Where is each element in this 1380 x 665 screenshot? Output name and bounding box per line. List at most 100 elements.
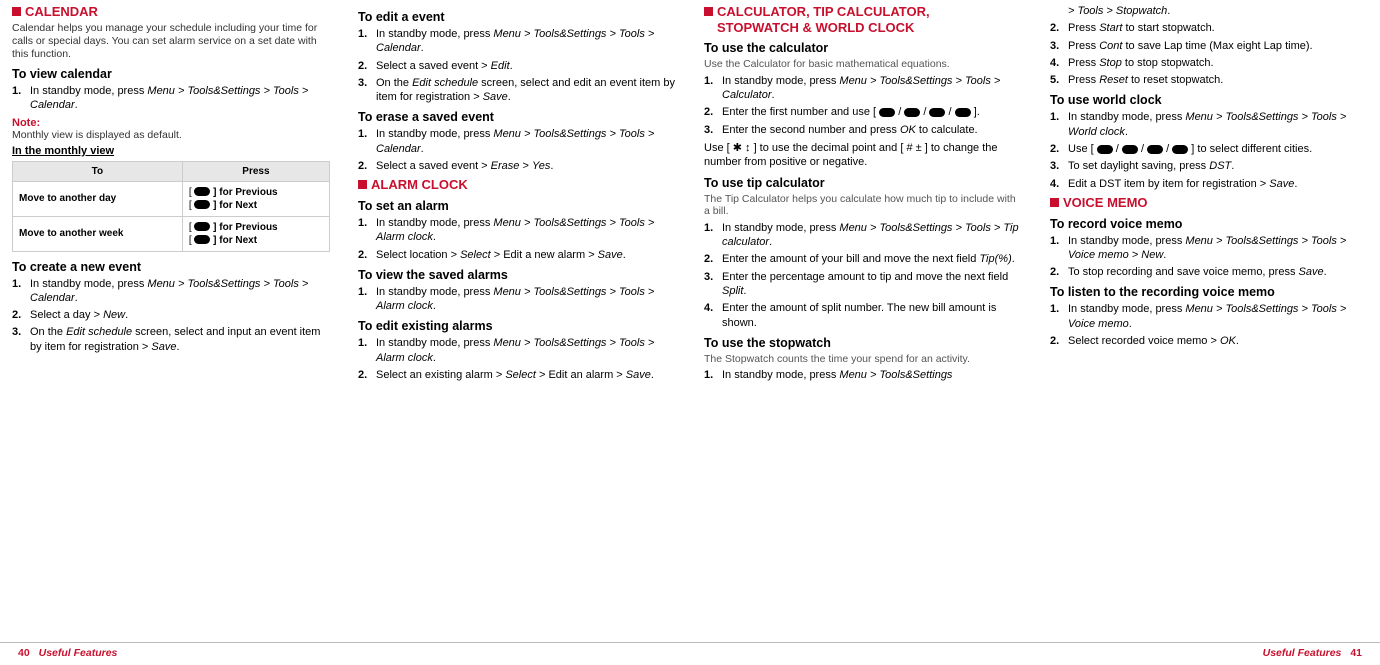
sw-desc: The Stopwatch counts the time your spend… [704,353,1022,366]
footer-left: 40 Useful Features [12,647,117,659]
step: Select a saved event > Edit. [358,59,676,73]
sec-use-stopwatch: To use the stopwatch [704,336,1022,350]
step: Enter the amount of your bill and move t… [704,252,1022,266]
table-row: Move to another week [ ] for Previous [ … [13,216,330,251]
step: Press Cont to save Lap time (Max eight L… [1050,39,1368,53]
step: In standby mode, press Menu > Tools&Sett… [1050,110,1368,139]
step: Press Start to start stopwatch. [1050,21,1368,35]
step: To stop recording and save voice memo, p… [1050,265,1368,279]
column-2: To edit a event In standby mode, press M… [358,4,676,387]
view-alarms-steps: In standby mode, press Menu > Tools&Sett… [358,285,676,314]
sec-set-alarm: To set an alarm [358,199,676,213]
table-cell: [ ] for Previous [ ] for Next [182,181,329,216]
heading-voice-memo: VOICE MEMO [1050,195,1368,211]
stopwatch-steps-cont: Press Start to start stopwatch. Press Co… [1050,21,1368,87]
calc-note: Use [ ✱ ↕ ] to use the decimal point and… [704,141,1022,170]
table-header: Press [182,161,329,181]
step: In standby mode, press Menu > Tools&Sett… [704,221,1022,250]
button-icon [955,108,971,117]
step: Press Stop to stop stopwatch. [1050,56,1368,70]
monthly-view-table: To Press Move to another day [ ] for Pre… [12,161,330,252]
heading-text: CALENDAR [25,4,98,20]
erase-event-steps: In standby mode, press Menu > Tools&Sett… [358,127,676,173]
use-calculator-steps: In standby mode, press Menu > Tools&Sett… [704,74,1022,137]
sec-view-alarms: To view the saved alarms [358,268,676,282]
step: Press Reset to reset stopwatch. [1050,73,1368,87]
record-memo-steps: In standby mode, press Menu > Tools&Sett… [1050,234,1368,280]
sec-edit-event: To edit a event [358,10,676,24]
sec-record-memo: To record voice memo [1050,217,1368,231]
sec-use-tip: To use tip calculator [704,176,1022,190]
step: In standby mode, press Menu > Tools&Sett… [358,285,676,314]
footer-right: Useful Features 41 [1263,647,1368,659]
sec-world-clock: To use world clock [1050,93,1368,107]
sec-edit-alarms: To edit existing alarms [358,319,676,333]
calendar-intro: Calendar helps you manage your schedule … [12,22,330,61]
table-cell: Move to another day [13,181,183,216]
table-row: Move to another day [ ] for Previous [ ]… [13,181,330,216]
square-icon [1050,198,1059,207]
column-4: > Tools > Stopwatch. Press Start to star… [1050,4,1368,387]
step: Enter the amount of split number. The ne… [704,301,1022,330]
step: In standby mode, press Menu > Tools&Sett… [358,127,676,156]
square-icon [704,7,713,16]
step: In standby mode, press Menu > Tools&Sett… [358,336,676,365]
listen-memo-steps: In standby mode, press Menu > Tools&Sett… [1050,302,1368,348]
button-icon [194,235,210,244]
button-icon [1122,145,1138,154]
button-icon [194,200,210,209]
set-alarm-steps: In standby mode, press Menu > Tools&Sett… [358,216,676,262]
table-cell: [ ] for Previous [ ] for Next [182,216,329,251]
note-label: Note: [12,117,330,129]
square-icon [358,180,367,189]
column-1: CALENDAR Calendar helps you manage your … [12,4,330,387]
edit-event-steps: In standby mode, press Menu > Tools&Sett… [358,27,676,104]
step: In standby mode, press Menu > Tools&Sett… [12,84,330,113]
stopwatch-path-cont: > Tools > Stopwatch. [1050,4,1368,18]
sec-erase-event: To erase a saved event [358,110,676,124]
button-icon [1172,145,1188,154]
tip-steps: In standby mode, press Menu > Tools&Sett… [704,221,1022,330]
page-number: 40 [18,647,30,659]
step: Use [ / / / ] to select different cities… [1050,142,1368,156]
footer-title: Useful Features [1263,647,1342,659]
calc-desc: Use the Calculator for basic mathematica… [704,58,1022,71]
heading-calculator: CALCULATOR, TIP CALCULATOR, STOPWATCH & … [704,4,1022,35]
step: In standby mode, press Menu > Tools&Sett… [12,277,330,306]
edit-alarms-steps: In standby mode, press Menu > Tools&Sett… [358,336,676,382]
table-cell: Move to another week [13,216,183,251]
button-icon [194,222,210,231]
step: Select an existing alarm > Select > Edit… [358,368,676,382]
step: In standby mode, press Menu > Tools&Sett… [704,74,1022,103]
step: On the Edit schedule screen, select and … [358,76,676,105]
step: Select location > Select > Edit a new al… [358,248,676,262]
star-icon: ✱ [733,142,742,154]
step: Select a day > New. [12,308,330,322]
sec-create-event: To create a new event [12,260,330,274]
step: Enter the second number and press OK to … [704,123,1022,137]
step: In standby mode, press Menu > Tools&Sett… [358,216,676,245]
sec-use-calculator: To use the calculator [704,41,1022,55]
page-footer: 40 Useful Features Useful Features 41 [0,642,1380,659]
step: In standby mode, press Menu > Tools&Sett… [1050,234,1368,263]
stopwatch-start-steps: In standby mode, press Menu > Tools&Sett… [704,368,1022,382]
view-calendar-steps: In standby mode, press Menu > Tools&Sett… [12,84,330,113]
monthly-view-title: In the monthly view [12,145,330,157]
table-header: To [13,161,183,181]
create-event-steps: In standby mode, press Menu > Tools&Sett… [12,277,330,354]
step: Select a saved event > Erase > Yes. [358,159,676,173]
step: Select recorded voice memo > OK. [1050,334,1368,348]
note-text: Monthly view is displayed as default. [12,129,330,141]
square-icon [12,7,21,16]
sec-view-calendar: To view calendar [12,67,330,81]
heading-calendar: CALENDAR [12,4,330,20]
sec-listen-memo: To listen to the recording voice memo [1050,285,1368,299]
footer-title: Useful Features [39,647,118,659]
button-icon [1147,145,1163,154]
column-3: CALCULATOR, TIP CALCULATOR, STOPWATCH & … [704,4,1022,387]
tip-desc: The Tip Calculator helps you calculate h… [704,193,1022,218]
button-icon [1097,145,1113,154]
step: On the Edit schedule screen, select and … [12,325,330,354]
button-icon [194,187,210,196]
world-clock-steps: In standby mode, press Menu > Tools&Sett… [1050,110,1368,190]
